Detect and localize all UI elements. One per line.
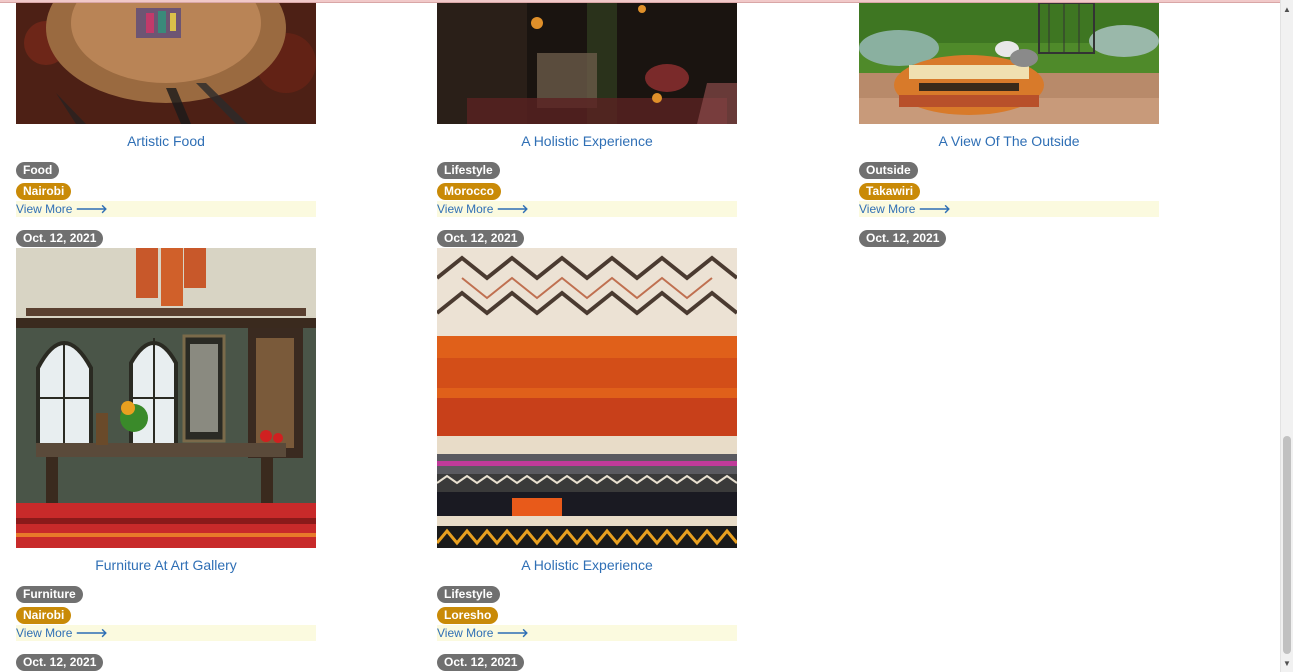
post-title-link[interactable]: A Holistic Experience bbox=[437, 557, 737, 573]
location-badge: Loresho bbox=[437, 607, 499, 624]
date-badge: Oct. 12, 2021 bbox=[859, 230, 947, 247]
post-title-link[interactable]: A Holistic Experience bbox=[437, 133, 737, 149]
date-badge: Oct. 12, 2021 bbox=[16, 654, 104, 671]
view-more-label: View More bbox=[16, 202, 73, 216]
textile-stack-photo bbox=[437, 248, 737, 548]
category-badge: Outside bbox=[859, 162, 918, 179]
view-more-label: View More bbox=[437, 626, 494, 640]
view-more-link[interactable]: View More 🡒 bbox=[16, 625, 316, 641]
arrow-right-icon: 🡒 bbox=[496, 202, 529, 216]
scrollbar-thumb[interactable] bbox=[1283, 436, 1291, 654]
location-badge: Nairobi bbox=[16, 183, 72, 200]
arrow-right-icon: 🡒 bbox=[496, 626, 529, 640]
post-image[interactable] bbox=[16, 248, 316, 548]
category-badge: Food bbox=[16, 162, 60, 179]
view-more-label: View More bbox=[859, 202, 916, 216]
post-image[interactable] bbox=[437, 248, 737, 548]
post-image[interactable] bbox=[859, 3, 1159, 124]
post-title-link[interactable]: Artistic Food bbox=[16, 133, 316, 149]
arrow-right-icon: 🡒 bbox=[918, 202, 951, 216]
view-more-link[interactable]: View More 🡒 bbox=[859, 201, 1159, 217]
category-badge: Lifestyle bbox=[437, 162, 500, 179]
view-more-link[interactable]: View More 🡒 bbox=[437, 201, 737, 217]
view-more-link[interactable]: View More 🡒 bbox=[437, 625, 737, 641]
arrow-right-icon: 🡒 bbox=[75, 626, 108, 640]
date-badge: Oct. 12, 2021 bbox=[437, 654, 525, 671]
scroll-up-arrow-icon[interactable]: ▲ bbox=[1281, 4, 1293, 16]
location-badge: Nairobi bbox=[16, 607, 72, 624]
post-title-link[interactable]: A View Of The Outside bbox=[859, 133, 1159, 149]
category-badge: Furniture bbox=[16, 586, 83, 603]
garden-cushion-photo bbox=[859, 3, 1159, 124]
location-badge: Takawiri bbox=[859, 183, 921, 200]
date-badge: Oct. 12, 2021 bbox=[437, 230, 525, 247]
lounge-lanterns-photo bbox=[437, 3, 737, 124]
date-badge: Oct. 12, 2021 bbox=[16, 230, 104, 247]
gallery-room-photo bbox=[16, 248, 316, 548]
scroll-down-arrow-icon[interactable]: ▼ bbox=[1281, 658, 1293, 670]
vertical-scrollbar[interactable]: ▲ ▼ bbox=[1280, 0, 1293, 672]
location-badge: Morocco bbox=[437, 183, 502, 200]
post-image[interactable] bbox=[16, 3, 316, 124]
post-image[interactable] bbox=[437, 3, 737, 124]
view-more-label: View More bbox=[437, 202, 494, 216]
food-bowl-photo bbox=[16, 3, 316, 124]
post-title-link[interactable]: Furniture At Art Gallery bbox=[16, 557, 316, 573]
arrow-right-icon: 🡒 bbox=[75, 202, 108, 216]
view-more-link[interactable]: View More 🡒 bbox=[16, 201, 316, 217]
category-badge: Lifestyle bbox=[437, 586, 500, 603]
view-more-label: View More bbox=[16, 626, 73, 640]
